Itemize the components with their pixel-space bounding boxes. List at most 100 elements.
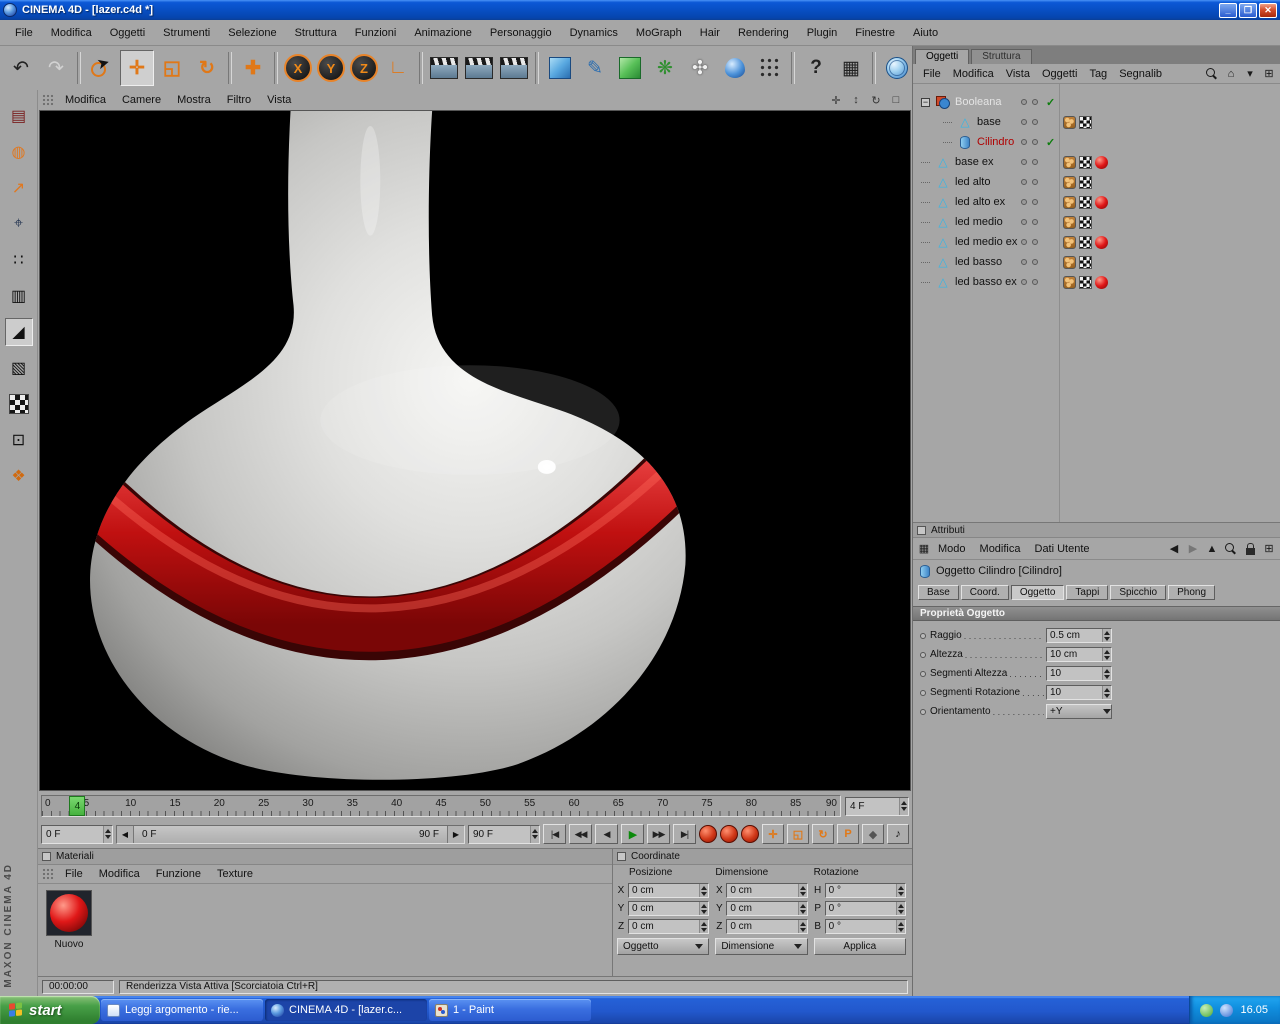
- texture-tag-icon[interactable]: [1079, 175, 1092, 189]
- autokey-button[interactable]: [720, 825, 738, 843]
- phong-tag-icon[interactable]: [1063, 155, 1076, 169]
- attr-menu-dati-utente[interactable]: Dati Utente: [1028, 542, 1097, 556]
- menu-modifica[interactable]: Modifica: [42, 25, 101, 41]
- spinner-arrows-icon[interactable]: [797, 884, 807, 897]
- animation-palette-button[interactable]: ❖: [5, 462, 33, 490]
- spinner-arrows-icon[interactable]: [1102, 629, 1111, 642]
- visibility-dots[interactable]: [1021, 279, 1038, 285]
- material-name[interactable]: Nuovo: [55, 939, 84, 950]
- menu-funzioni[interactable]: Funzioni: [346, 25, 406, 41]
- tab-oggetti[interactable]: Oggetti: [915, 49, 970, 64]
- panel-grip[interactable]: [42, 94, 54, 106]
- object-row-led-alto[interactable]: △ led alto: [913, 172, 1280, 192]
- add-panel-icon[interactable]: ⊞: [1262, 67, 1276, 81]
- texture-tag-icon[interactable]: [1079, 195, 1092, 209]
- spinner-arrows-icon[interactable]: [1102, 648, 1111, 661]
- rotation-h-field[interactable]: 0 °: [824, 883, 906, 898]
- taskbar-item-cinema4d[interactable]: CINEMA 4D - [lazer.c...: [265, 999, 427, 1021]
- menu-file[interactable]: File: [6, 25, 42, 41]
- om-menu-tag[interactable]: Tag: [1083, 67, 1113, 81]
- render-view-button[interactable]: [427, 50, 461, 86]
- object-label[interactable]: Booleana: [955, 96, 1002, 108]
- attr-menu-modo[interactable]: Modo: [931, 542, 973, 556]
- object-label[interactable]: led alto: [955, 176, 990, 188]
- object-row-led-basso-ex[interactable]: △ led basso ex: [913, 272, 1280, 292]
- lock-x-button[interactable]: X: [284, 54, 312, 82]
- apply-button[interactable]: Applica: [813, 938, 906, 955]
- panel-grip[interactable]: [42, 868, 54, 880]
- visibility-dots[interactable]: [1021, 259, 1038, 265]
- spinner-arrows-icon[interactable]: [895, 920, 905, 933]
- mat-menu-modifica[interactable]: Modifica: [91, 867, 148, 881]
- slider-right-arrow[interactable]: ▶: [448, 825, 464, 843]
- object-label-selected[interactable]: Cilindro: [977, 136, 1014, 148]
- panel-handle-icon[interactable]: [917, 525, 926, 535]
- go-to-start-button[interactable]: |◀: [543, 824, 566, 844]
- add-environment-button[interactable]: [718, 50, 752, 86]
- material-tag-icon[interactable]: [1095, 195, 1108, 209]
- phong-tag-icon[interactable]: [1063, 115, 1076, 129]
- position-z-field[interactable]: 0 cm: [628, 919, 710, 934]
- om-menu-vista[interactable]: Vista: [1000, 67, 1036, 81]
- spinner-arrows-icon[interactable]: [530, 825, 539, 843]
- go-to-end-button[interactable]: ▶|: [673, 824, 696, 844]
- vp-menu-mostra[interactable]: Mostra: [169, 93, 219, 107]
- filter-icon[interactable]: ▾: [1243, 67, 1257, 81]
- tab-oggetto[interactable]: Oggetto: [1010, 584, 1065, 600]
- enabled-check-icon[interactable]: ✓: [1046, 136, 1055, 149]
- panel-handle-icon[interactable]: [617, 852, 626, 861]
- position-y-field[interactable]: 0 cm: [628, 901, 710, 916]
- phong-tag-icon[interactable]: [1063, 275, 1076, 289]
- size-x-field[interactable]: 0 cm: [726, 883, 808, 898]
- record-rotation-toggle[interactable]: ↻: [812, 824, 834, 844]
- taskbar-item-paint[interactable]: 1 - Paint: [429, 999, 591, 1021]
- rotate-view-icon[interactable]: ↻: [868, 92, 884, 108]
- playhead-marker[interactable]: 4: [69, 796, 86, 816]
- size-y-field[interactable]: 0 cm: [726, 901, 808, 916]
- object-label[interactable]: led alto ex: [955, 196, 1005, 208]
- visibility-dots[interactable]: [1021, 159, 1038, 165]
- segmenti-altezza-field[interactable]: 10: [1046, 666, 1112, 681]
- mat-menu-funzione[interactable]: Funzione: [148, 867, 209, 881]
- menu-oggetti[interactable]: Oggetti: [101, 25, 154, 41]
- texture-mode-button[interactable]: [5, 390, 33, 418]
- convert-editable-button[interactable]: ▤: [5, 102, 33, 130]
- home-icon[interactable]: ⌂: [1224, 67, 1238, 81]
- object-row-led-medio-ex[interactable]: △ led medio ex: [913, 232, 1280, 252]
- close-button[interactable]: ✕: [1259, 2, 1277, 18]
- slider-left-arrow[interactable]: ◀: [117, 825, 133, 843]
- menu-mograph[interactable]: MoGraph: [627, 25, 691, 41]
- object-mode-button[interactable]: ↗: [5, 174, 33, 202]
- tab-struttura[interactable]: Struttura: [971, 49, 1032, 64]
- position-mode-dropdown[interactable]: Oggetto: [617, 938, 710, 955]
- mat-menu-texture[interactable]: Texture: [209, 867, 261, 881]
- mograph-button[interactable]: ❋: [648, 50, 682, 86]
- visibility-dots[interactable]: [1021, 139, 1038, 145]
- om-menu-segnalib[interactable]: Segnalib: [1113, 67, 1168, 81]
- texture-tag-icon[interactable]: [1079, 255, 1092, 269]
- panel-handle-icon[interactable]: [42, 852, 51, 861]
- object-label[interactable]: led basso: [955, 256, 1002, 268]
- lock-icon[interactable]: [1243, 542, 1257, 556]
- add-generator-button[interactable]: [613, 50, 647, 86]
- size-z-field[interactable]: 0 cm: [726, 919, 808, 934]
- om-menu-file[interactable]: File: [917, 67, 947, 81]
- phong-tag-icon[interactable]: [1063, 255, 1076, 269]
- object-row-booleana[interactable]: − Booleana ✓: [913, 92, 1280, 112]
- workplane-button[interactable]: ⊡: [5, 426, 33, 454]
- material-preview-sphere[interactable]: [46, 890, 92, 936]
- undo-button[interactable]: ↶: [4, 50, 38, 86]
- altezza-field[interactable]: 10 cm: [1046, 647, 1112, 662]
- search-icon[interactable]: [1205, 67, 1219, 81]
- current-frame-field[interactable]: 4 F: [845, 796, 909, 816]
- render-picture-viewer-button[interactable]: [462, 50, 496, 86]
- texture-tag-icon[interactable]: [1079, 215, 1092, 229]
- slider-bar[interactable]: 0 F 90 F: [133, 825, 448, 843]
- visibility-dots[interactable]: [1021, 239, 1038, 245]
- frame-ruler[interactable]: 0 5 10 15 20 25 30 35 40 45 50 55 60 65 …: [41, 795, 841, 817]
- menu-struttura[interactable]: Struttura: [286, 25, 346, 41]
- point-mode-button[interactable]: ∷: [5, 246, 33, 274]
- raggio-field[interactable]: 0.5 cm: [1046, 628, 1112, 643]
- end-frame-field[interactable]: 90 F: [468, 824, 540, 844]
- spinner-arrows-icon[interactable]: [797, 902, 807, 915]
